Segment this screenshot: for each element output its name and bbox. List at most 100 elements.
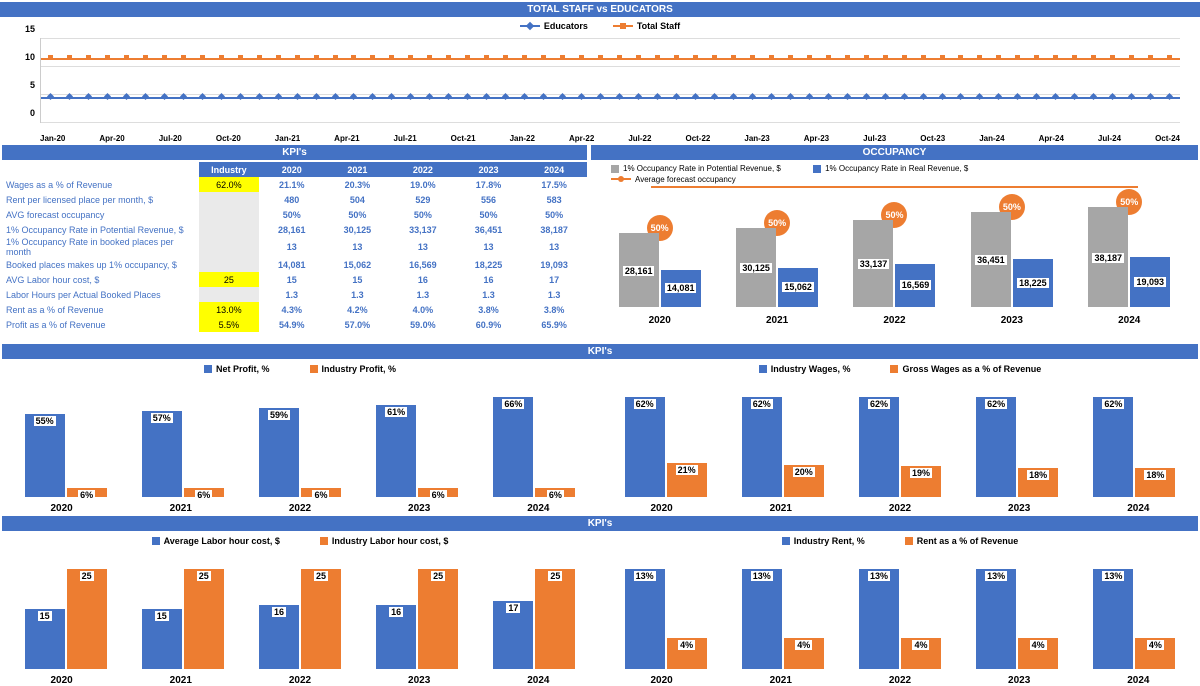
occupancy-legend: 1% Occupancy Rate in Potential Revenue, … — [591, 162, 1198, 187]
bar-b: 6% — [184, 488, 224, 497]
bar-a: 59% — [259, 408, 299, 497]
bar-group: 59% 6% — [250, 408, 350, 497]
year-val: 556 — [456, 192, 522, 207]
x-tick: Oct-23 — [920, 134, 945, 143]
x-tick: Apr-21 — [334, 134, 359, 143]
year-val: 17.5% — [521, 177, 587, 192]
x-tick: Jul-23 — [863, 134, 886, 143]
year-val: 50% — [456, 207, 522, 222]
bar-group: 13% 4% — [616, 569, 716, 669]
year-val: 38,187 — [521, 222, 587, 237]
year-label: 2024 — [1088, 675, 1188, 686]
industry-val: 25 — [199, 272, 259, 287]
avglabor-label: Average Labor hour cost, $ — [164, 536, 280, 546]
year-label: 2022 — [844, 315, 944, 326]
year-val: 583 — [521, 192, 587, 207]
row-label: Wages as a % of Revenue — [2, 177, 199, 192]
year-val: 15 — [259, 272, 325, 287]
year-val: 529 — [390, 192, 456, 207]
year-val: 504 — [325, 192, 391, 207]
netprofit-label: Net Profit, % — [216, 364, 270, 374]
col-2024: 2024 — [521, 162, 587, 177]
table-row: Profit as a % of Revenue 5.5% 54.9%57.0%… — [2, 317, 587, 332]
industry-val — [199, 257, 259, 272]
indlabor-label: Industry Labor hour cost, $ — [332, 536, 449, 546]
y-tick: 0 — [10, 108, 35, 118]
year-val: 50% — [325, 207, 391, 222]
row-label: AVG Labor hour cost, $ — [2, 272, 199, 287]
bar-a: 16 — [376, 605, 416, 669]
bar-group: 62% 18% — [967, 397, 1067, 497]
bar-b: 6% — [418, 488, 458, 497]
staff-chart: 0 5 10 15 Jan-20Apr-20Jul-20Oct-20Jan-21… — [0, 33, 1200, 143]
year-val: 1.3 — [325, 287, 391, 302]
bar-group: 15 25 — [16, 569, 116, 669]
potential-bar: 38,187 — [1088, 207, 1128, 307]
x-tick: Apr-23 — [804, 134, 829, 143]
bar-b: 25 — [418, 569, 458, 669]
kpis-bot-title: KPI's — [2, 516, 1198, 531]
row-label: Labor Hours per Actual Booked Places — [2, 287, 199, 302]
bar-b: 4% — [667, 638, 707, 669]
year-label: 2023 — [369, 503, 469, 514]
bar-b: 21% — [667, 463, 707, 497]
year-val: 50% — [259, 207, 325, 222]
bar-b: 25 — [301, 569, 341, 669]
bar-b: 25 — [535, 569, 575, 669]
bar-a: 13% — [859, 569, 899, 669]
year-label: 2021 — [131, 675, 231, 686]
year-val: 57.0% — [325, 317, 391, 332]
bar-b: 25 — [184, 569, 224, 669]
x-tick: Jan-21 — [275, 134, 300, 143]
col-2022: 2022 — [390, 162, 456, 177]
year-val: 30,125 — [325, 222, 391, 237]
row-label: 1% Occupancy Rate in Potential Revenue, … — [2, 222, 199, 237]
year-val: 13 — [390, 237, 456, 257]
year-val: 17.8% — [456, 177, 522, 192]
year-label: 2020 — [612, 503, 712, 514]
bar-a: 61% — [376, 405, 416, 497]
industry-val: 13.0% — [199, 302, 259, 317]
industry-val — [199, 192, 259, 207]
year-label: 2022 — [850, 503, 950, 514]
year-label: 2021 — [731, 675, 831, 686]
year-val: 33,137 — [390, 222, 456, 237]
rentrev-label: Rent as a % of Revenue — [917, 536, 1019, 546]
bar-b: 6% — [301, 488, 341, 497]
x-tick: Jan-23 — [744, 134, 769, 143]
year-label: 2024 — [488, 675, 588, 686]
year-val: 1.3 — [456, 287, 522, 302]
potential-bar: 33,137 — [853, 220, 893, 307]
industry-val — [199, 207, 259, 222]
table-row: AVG forecast occupancy 50%50%50%50%50% — [2, 207, 587, 222]
potential-icon — [611, 165, 619, 173]
table-row: 1% Occupancy Rate in booked places per m… — [2, 237, 587, 257]
forecast-label: Average forecast occupancy — [635, 175, 736, 184]
potential-label: 1% Occupancy Rate in Potential Revenue, … — [623, 164, 781, 173]
year-label: 2024 — [1079, 315, 1179, 326]
year-label: 2024 — [1088, 503, 1188, 514]
year-val: 18,225 — [456, 257, 522, 272]
bar-group: 17 25 — [484, 569, 584, 669]
year-val: 20.3% — [325, 177, 391, 192]
bar-b: 4% — [901, 638, 941, 669]
bar-group: 16 25 — [367, 569, 467, 669]
bar-a: 16 — [259, 605, 299, 669]
year-label: 2020 — [12, 675, 112, 686]
y-tick: 15 — [10, 24, 35, 34]
year-label: 2021 — [727, 315, 827, 326]
educators-label: Educators — [544, 21, 588, 31]
real-bar: 18,225 — [1013, 259, 1053, 307]
x-tick: Oct-24 — [1155, 134, 1180, 143]
col-2020: 2020 — [259, 162, 325, 177]
year-label: 2022 — [250, 503, 350, 514]
x-tick: Jan-24 — [979, 134, 1004, 143]
forecast-icon — [611, 178, 631, 180]
col-industry: Industry — [199, 162, 259, 177]
year-val: 4.2% — [325, 302, 391, 317]
staff-x-axis: Jan-20Apr-20Jul-20Oct-20Jan-21Apr-21Jul-… — [40, 134, 1180, 143]
year-label: 2020 — [612, 675, 712, 686]
x-tick: Oct-21 — [451, 134, 476, 143]
year-val: 17 — [521, 272, 587, 287]
year-val: 14,081 — [259, 257, 325, 272]
